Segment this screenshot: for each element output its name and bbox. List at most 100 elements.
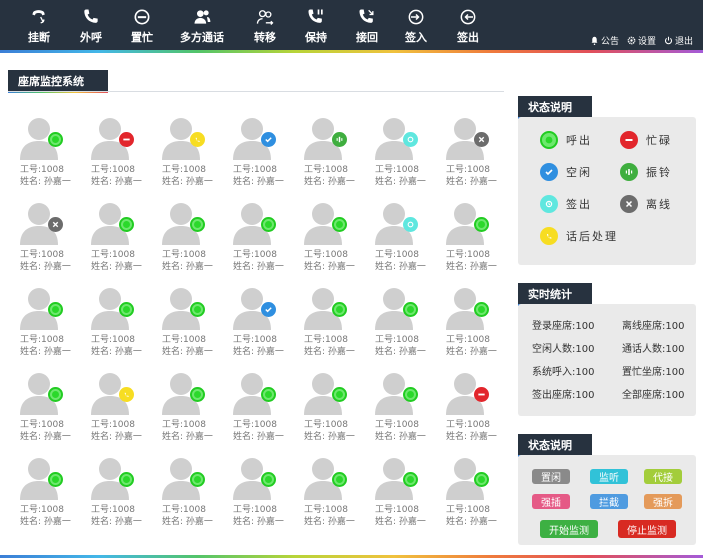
toolbar: 挂断 外呼 置忙 多方通话 转移 保持 接回 签入 签出 公告 设置 退出 xyxy=(0,0,703,53)
sign-status-icon xyxy=(540,195,558,213)
agent-card[interactable]: 工号:1008 姓名: 孙嘉一 xyxy=(223,112,293,197)
legend-item-busy: 忙碌 xyxy=(620,131,672,149)
notice-link[interactable]: 公告 xyxy=(590,34,619,47)
monitor-divider xyxy=(8,91,504,92)
sign-out-button[interactable]: 签出 xyxy=(457,7,479,47)
agent-card[interactable]: 工号:1008 姓名: 孙嘉一 xyxy=(10,112,80,197)
agent-card[interactable]: 工号:1008 姓名: 孙嘉一 xyxy=(294,367,364,452)
agent-card[interactable]: 工号:1008 姓名: 孙嘉一 xyxy=(294,452,364,537)
agent-card[interactable]: 工号:1008 姓名: 孙嘉一 xyxy=(10,197,80,282)
agent-name: 姓名: 孙嘉一 xyxy=(91,262,142,272)
agent-id: 工号:1008 xyxy=(233,250,277,260)
agent-card[interactable]: 工号:1008 姓名: 孙嘉一 xyxy=(81,112,151,197)
agent-card[interactable]: 工号:1008 姓名: 孙嘉一 xyxy=(365,282,435,367)
agent-name: 姓名: 孙嘉一 xyxy=(304,432,355,442)
call-status-icon xyxy=(403,387,418,402)
agent-id: 工号:1008 xyxy=(162,420,206,430)
agent-name: 姓名: 孙嘉一 xyxy=(375,347,426,357)
agent-card[interactable]: 工号:1008 姓名: 孙嘉一 xyxy=(81,367,151,452)
agent-card[interactable]: 工号:1008 姓名: 孙嘉一 xyxy=(10,367,80,452)
agent-name: 姓名: 孙嘉一 xyxy=(233,432,284,442)
agent-card[interactable]: 工号:1008 姓名: 孙嘉一 xyxy=(223,367,293,452)
retrieve-button[interactable]: 接回 xyxy=(356,7,378,47)
sign-in-icon xyxy=(408,9,424,25)
agent-card[interactable]: 工号:1008 姓名: 孙嘉一 xyxy=(152,282,222,367)
agent-id: 工号:1008 xyxy=(446,335,490,345)
stat-inbound: 系统呼入:100 xyxy=(532,367,595,378)
force-release-button[interactable]: 强拆 xyxy=(644,494,682,509)
conference-call-button[interactable]: 多方通话 xyxy=(180,7,224,47)
hangup-button[interactable]: 挂断 xyxy=(28,7,50,47)
agent-card[interactable]: 工号:1008 姓名: 孙嘉一 xyxy=(81,452,151,537)
stat-offline: 离线座席:100 xyxy=(622,321,685,332)
agent-card[interactable]: 工号:1008 姓名: 孙嘉一 xyxy=(365,452,435,537)
agent-card[interactable]: 工号:1008 姓名: 孙嘉一 xyxy=(223,452,293,537)
agent-card[interactable]: 工号:1008 姓名: 孙嘉一 xyxy=(436,282,506,367)
agent-name: 姓名: 孙嘉一 xyxy=(91,517,142,527)
agent-card[interactable]: 工号:1008 姓名: 孙嘉一 xyxy=(152,197,222,282)
agent-card[interactable]: 工号:1008 姓名: 孙嘉一 xyxy=(152,112,222,197)
agent-card[interactable]: 工号:1008 姓名: 孙嘉一 xyxy=(223,282,293,367)
agent-id: 工号:1008 xyxy=(20,335,64,345)
pickup-button[interactable]: 代接 xyxy=(644,469,682,484)
stat-signed-out: 签出座席:100 xyxy=(532,390,595,401)
outbound-call-button[interactable]: 外呼 xyxy=(80,7,102,47)
agent-name: 姓名: 孙嘉一 xyxy=(375,517,426,527)
agent-card[interactable]: 工号:1008 姓名: 孙嘉一 xyxy=(10,452,80,537)
call-status-icon xyxy=(332,472,347,487)
stats-title: 实时统计 xyxy=(518,283,592,306)
start-monitor-button[interactable]: 开始监测 xyxy=(540,520,598,538)
agent-id: 工号:1008 xyxy=(304,335,348,345)
ring-status-icon xyxy=(620,163,638,181)
agent-id: 工号:1008 xyxy=(91,165,135,175)
call-status-icon xyxy=(332,387,347,402)
agent-card[interactable]: 工号:1008 姓名: 孙嘉一 xyxy=(152,367,222,452)
agent-card[interactable]: 工号:1008 姓名: 孙嘉一 xyxy=(81,197,151,282)
barge-in-button[interactable]: 强插 xyxy=(532,494,570,509)
set-idle-button[interactable]: 置闲 xyxy=(532,469,570,484)
agent-name: 姓名: 孙嘉一 xyxy=(233,177,284,187)
legend-label-sign: 签出 xyxy=(566,198,592,211)
agent-name: 姓名: 孙嘉一 xyxy=(375,177,426,187)
sign-in-button[interactable]: 签入 xyxy=(405,7,427,47)
agent-name: 姓名: 孙嘉一 xyxy=(162,177,213,187)
hold-button[interactable]: 保持 xyxy=(305,7,327,47)
agent-id: 工号:1008 xyxy=(304,420,348,430)
agent-card[interactable]: 工号:1008 姓名: 孙嘉一 xyxy=(365,197,435,282)
agent-card[interactable]: 工号:1008 姓名: 孙嘉一 xyxy=(436,367,506,452)
agent-card[interactable]: 工号:1008 姓名: 孙嘉一 xyxy=(294,282,364,367)
agent-card[interactable]: 工号:1008 姓名: 孙嘉一 xyxy=(294,197,364,282)
call-status-icon xyxy=(332,302,347,317)
stat-busy: 置忙坐席:100 xyxy=(622,367,685,378)
call-status-icon xyxy=(190,302,205,317)
agent-id: 工号:1008 xyxy=(304,165,348,175)
retrieve-phone-icon xyxy=(359,9,374,23)
agent-card[interactable]: 工号:1008 姓名: 孙嘉一 xyxy=(365,367,435,452)
transfer-button[interactable]: 转移 xyxy=(254,7,276,47)
agent-card[interactable]: 工号:1008 姓名: 孙嘉一 xyxy=(294,112,364,197)
sign-out-icon xyxy=(460,9,476,25)
stop-monitor-button[interactable]: 停止监测 xyxy=(618,520,676,538)
settings-link[interactable]: 设置 xyxy=(627,34,656,47)
agent-id: 工号:1008 xyxy=(375,505,419,515)
agent-card[interactable]: 工号:1008 姓名: 孙嘉一 xyxy=(436,197,506,282)
agent-card[interactable]: 工号:1008 姓名: 孙嘉一 xyxy=(81,282,151,367)
app-root: 挂断 外呼 置忙 多方通话 转移 保持 接回 签入 签出 公告 设置 退出 座席… xyxy=(0,0,703,558)
agent-card[interactable]: 工号:1008 姓名: 孙嘉一 xyxy=(10,282,80,367)
power-icon xyxy=(664,36,672,45)
agent-card[interactable]: 工号:1008 姓名: 孙嘉一 xyxy=(152,452,222,537)
set-busy-button[interactable]: 置忙 xyxy=(131,7,153,47)
agent-card[interactable]: 工号:1008 姓名: 孙嘉一 xyxy=(436,452,506,537)
call-status-icon xyxy=(474,472,489,487)
agent-card[interactable]: 工号:1008 姓名: 孙嘉一 xyxy=(436,112,506,197)
agent-card[interactable]: 工号:1008 姓名: 孙嘉一 xyxy=(365,112,435,197)
logout-link[interactable]: 退出 xyxy=(664,34,693,47)
listen-button[interactable]: 监听 xyxy=(590,469,628,484)
stat-logged-in: 登录座席:100 xyxy=(532,321,595,332)
monitor-title: 座席监控系统 xyxy=(8,70,108,93)
intercept-button[interactable]: 拦截 xyxy=(590,494,628,509)
retrieve-label: 接回 xyxy=(356,31,378,44)
offline-status-icon xyxy=(474,132,489,147)
agent-name: 姓名: 孙嘉一 xyxy=(304,177,355,187)
agent-card[interactable]: 工号:1008 姓名: 孙嘉一 xyxy=(223,197,293,282)
